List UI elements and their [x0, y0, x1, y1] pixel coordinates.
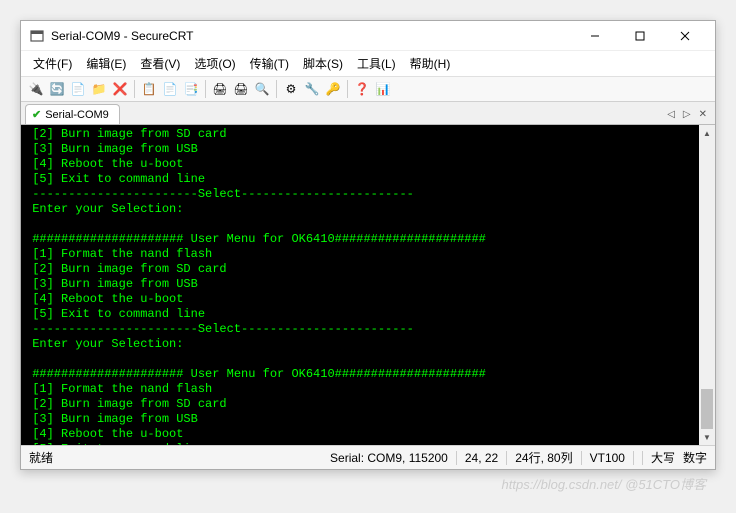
status-position: 24, 22	[465, 451, 498, 465]
terminal-wrap: [2] Burn image from SD card [3] Burn ima…	[21, 125, 715, 445]
scroll-track[interactable]	[699, 141, 715, 429]
reconnect-icon[interactable]: 🔄	[48, 80, 66, 98]
scroll-thumb[interactable]	[701, 389, 713, 429]
check-icon: ✔	[32, 108, 41, 121]
scroll-down-icon[interactable]: ▼	[699, 429, 715, 445]
status-serial: Serial: COM9, 115200	[330, 451, 448, 465]
print-icon[interactable]: 🖨	[211, 80, 229, 98]
find-icon[interactable]: 🔍	[253, 80, 271, 98]
menu-file[interactable]: 文件(F)	[33, 55, 72, 72]
statusbar: 就绪 Serial: COM9, 115200 24, 22 24行, 80列 …	[21, 445, 715, 469]
terminal[interactable]: [2] Burn image from SD card [3] Burn ima…	[21, 125, 715, 445]
toolbar-separator	[205, 80, 206, 98]
titlebar: Serial-COM9 - SecureCRT	[21, 21, 715, 51]
new-session-icon[interactable]: 📄	[69, 80, 87, 98]
tabbar: ✔ Serial-COM9 ◁ ▷ ✕	[21, 102, 715, 125]
app-window: Serial-COM9 - SecureCRT 文件(F) 编辑(E) 查看(V…	[20, 20, 716, 470]
app-icon	[29, 28, 45, 44]
menubar: 文件(F) 编辑(E) 查看(V) 选项(O) 传输(T) 脚本(S) 工具(L…	[21, 51, 715, 77]
properties-icon[interactable]: ⚙	[282, 80, 300, 98]
menu-help[interactable]: 帮助(H)	[410, 55, 451, 72]
menu-transfer[interactable]: 传输(T)	[250, 55, 289, 72]
toolbar: 🔌 🔄 📄 📁 ❌ 📋 📄 📑 🖨 🖨 🔍 ⚙ 🔧 🔑 ❓ 📊	[21, 77, 715, 102]
window-controls	[572, 22, 707, 50]
quick-connect-icon[interactable]: 🔌	[27, 80, 45, 98]
about-icon[interactable]: 📊	[374, 80, 392, 98]
menu-options[interactable]: 选项(O)	[194, 55, 235, 72]
minimize-button[interactable]	[572, 22, 617, 50]
key-icon[interactable]: 🔑	[324, 80, 342, 98]
toolbar-separator	[276, 80, 277, 98]
window-title: Serial-COM9 - SecureCRT	[51, 29, 572, 43]
help-icon[interactable]: ❓	[353, 80, 371, 98]
menu-script[interactable]: 脚本(S)	[303, 55, 343, 72]
tab-close-icon[interactable]: ✕	[695, 109, 711, 120]
scrollbar[interactable]: ▲ ▼	[699, 125, 715, 445]
watermark: https://blog.csdn.net/ @51CTO博客	[20, 470, 716, 493]
tab-label: Serial-COM9	[45, 109, 109, 121]
paste2-icon[interactable]: 📑	[182, 80, 200, 98]
connect-icon[interactable]: 📁	[90, 80, 108, 98]
menu-tools[interactable]: 工具(L)	[357, 55, 396, 72]
disconnect-icon[interactable]: ❌	[111, 80, 129, 98]
copy-icon[interactable]: 📋	[140, 80, 158, 98]
maximize-button[interactable]	[617, 22, 662, 50]
print2-icon[interactable]: 🖨	[232, 80, 250, 98]
paste-icon[interactable]: 📄	[161, 80, 179, 98]
settings-icon[interactable]: 🔧	[303, 80, 321, 98]
status-ready: 就绪	[29, 449, 53, 466]
status-caps: 大写	[651, 449, 675, 466]
toolbar-separator	[134, 80, 135, 98]
toolbar-separator	[347, 80, 348, 98]
status-num: 数字	[683, 449, 707, 466]
menu-view[interactable]: 查看(V)	[140, 55, 180, 72]
close-button[interactable]	[662, 22, 707, 50]
tab-prev-icon[interactable]: ◁	[663, 109, 679, 120]
menu-edit[interactable]: 编辑(E)	[86, 55, 126, 72]
scroll-up-icon[interactable]: ▲	[699, 125, 715, 141]
status-size: 24行, 80列	[515, 449, 572, 466]
session-tab[interactable]: ✔ Serial-COM9	[25, 104, 120, 124]
status-emulation: VT100	[590, 451, 625, 465]
tab-next-icon[interactable]: ▷	[679, 109, 695, 120]
